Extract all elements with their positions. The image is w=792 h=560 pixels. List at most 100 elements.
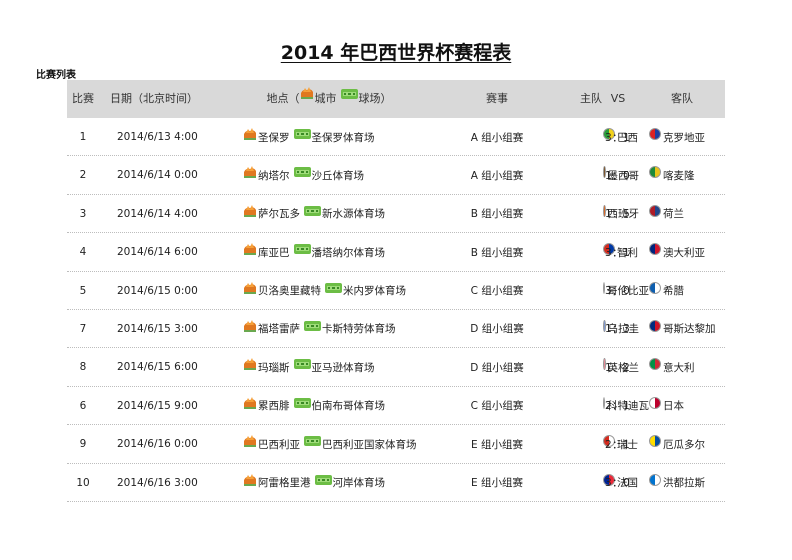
away-flag-icon bbox=[649, 243, 661, 256]
match-no: 3 bbox=[79, 207, 87, 220]
match-score: 1：3 bbox=[605, 323, 631, 336]
page-title: 2014 年巴西世界杯赛程表 bbox=[280, 42, 512, 64]
city-name: 库亚巴 bbox=[258, 246, 290, 259]
city-icon bbox=[243, 128, 257, 140]
match-location: 纳塔尔 沙丘体育场 bbox=[209, 156, 449, 194]
header-location: 地点（ 城市 球场） bbox=[209, 80, 449, 118]
away-team-name: 厄瓜多尔 bbox=[663, 438, 705, 451]
city-icon bbox=[243, 473, 257, 486]
header-event: 赛事 bbox=[486, 92, 508, 105]
away-team-name: 洪都拉斯 bbox=[663, 477, 705, 490]
match-event: A 组小组赛 bbox=[470, 169, 524, 182]
match-location: 玛瑙斯 亚马逊体育场 bbox=[209, 348, 449, 386]
section-label: 比赛列表 bbox=[36, 70, 76, 81]
city-name: 贝洛奥里藏特 bbox=[258, 285, 321, 298]
stadium-icon bbox=[304, 205, 321, 216]
away-team-name: 意大利 bbox=[663, 361, 695, 374]
table-row: 4 2014/6/14 6:00 库亚巴 潘塔纳尔体育场 B 组小组赛 智利 3：… bbox=[67, 233, 725, 272]
match-score: 1：0 bbox=[605, 169, 631, 182]
match-date: 2014/6/15 3:00 bbox=[117, 322, 198, 335]
city-name: 巴西利亚 bbox=[258, 438, 300, 451]
stadium-icon bbox=[340, 77, 358, 99]
away-flag-icon bbox=[649, 166, 661, 179]
match-event: B 组小组赛 bbox=[470, 246, 524, 259]
stadium-name: 伯南布哥体育场 bbox=[311, 400, 386, 413]
match-date: 2014/6/15 6:00 bbox=[117, 361, 198, 374]
city-icon bbox=[243, 204, 257, 217]
away-flag-icon bbox=[649, 358, 661, 371]
schedule-table: 比赛 日期（北京时间） 地点（ 城市 球场） 赛事 主队 VS 客队 1 2014/… bbox=[67, 80, 725, 502]
away-flag-icon bbox=[649, 473, 661, 486]
away-flag-icon bbox=[649, 396, 661, 409]
match-no: 8 bbox=[79, 361, 87, 374]
match-date: 2014/6/14 6:00 bbox=[117, 246, 198, 259]
city-name: 萨尔瓦多 bbox=[258, 208, 300, 221]
stadium-name: 巴西利亚国家体育场 bbox=[322, 438, 417, 451]
match-location: 累西腓 伯南布哥体育场 bbox=[209, 387, 449, 425]
away-team-name: 荷兰 bbox=[663, 208, 684, 221]
stadium-icon bbox=[293, 129, 311, 139]
match-date: 2014/6/16 0:00 bbox=[117, 438, 198, 451]
stadium-name: 圣保罗体育场 bbox=[311, 131, 375, 144]
stadium-name: 沙丘体育场 bbox=[311, 169, 365, 182]
away-flag-icon bbox=[649, 128, 661, 140]
match-no: 6 bbox=[79, 399, 87, 412]
stadium-icon bbox=[293, 244, 311, 255]
match-no: 1 bbox=[79, 131, 87, 143]
city-icon bbox=[243, 435, 257, 448]
match-location: 贝洛奥里藏特 米内罗体育场 bbox=[209, 272, 449, 310]
header-vs: VS bbox=[610, 92, 626, 105]
match-event: E 组小组赛 bbox=[471, 438, 523, 451]
city-name: 纳塔尔 bbox=[258, 169, 290, 182]
away-flag-icon bbox=[649, 281, 661, 294]
stadium-icon bbox=[314, 474, 332, 485]
away-team: 日本 bbox=[649, 387, 725, 425]
match-location: 库亚巴 潘塔纳尔体育场 bbox=[209, 233, 449, 271]
match-date: 2014/6/15 9:00 bbox=[117, 399, 198, 412]
city-icon bbox=[243, 319, 257, 332]
table-header: 比赛 日期（北京时间） 地点（ 城市 球场） 赛事 主队 VS 客队 bbox=[67, 80, 725, 118]
stadium-name: 河岸体育场 bbox=[332, 477, 386, 490]
stadium-name: 新水源体育场 bbox=[322, 208, 385, 221]
stadium-name: 潘塔纳尔体育场 bbox=[311, 246, 386, 259]
match-event: C 组小组赛 bbox=[470, 285, 524, 298]
match-date: 2014/6/14 4:00 bbox=[117, 207, 198, 220]
stadium-name: 亚马逊体育场 bbox=[311, 361, 375, 374]
match-location: 福塔雷萨 卡斯特劳体育场 bbox=[209, 310, 449, 348]
header-date: 日期（北京时间） bbox=[110, 92, 198, 105]
away-flag-icon bbox=[649, 204, 661, 217]
away-team: 荷兰 bbox=[649, 195, 725, 233]
stadium-icon bbox=[304, 320, 321, 331]
away-team-name: 澳大利亚 bbox=[663, 246, 705, 259]
match-score: 2：1 bbox=[605, 400, 631, 413]
match-score: 3：0 bbox=[605, 285, 631, 298]
match-score: 3：1 bbox=[605, 246, 631, 259]
city-name: 累西腓 bbox=[258, 400, 290, 413]
match-date: 2014/6/16 3:00 bbox=[117, 476, 198, 489]
away-team: 洪都拉斯 bbox=[649, 464, 725, 502]
header-location-city: 城市 bbox=[314, 92, 337, 105]
match-score: 3：0 bbox=[605, 477, 631, 490]
stadium-icon bbox=[293, 167, 311, 178]
match-date: 2014/6/14 0:00 bbox=[117, 169, 198, 182]
city-icon bbox=[300, 77, 314, 99]
match-date: 2014/6/15 0:00 bbox=[117, 284, 198, 297]
table-row: 9 2014/6/16 0:00 巴西利亚 巴西利亚国家体育场 E 组小组赛 瑞士… bbox=[67, 425, 725, 464]
table-row: 5 2014/6/15 0:00 贝洛奥里藏特 米内罗体育场 C 组小组赛 哥伦比… bbox=[67, 272, 725, 310]
city-name: 福塔雷萨 bbox=[258, 323, 300, 336]
match-event: E 组小组赛 bbox=[471, 477, 523, 490]
header-location-prefix: 地点（ bbox=[266, 92, 300, 105]
match-no: 4 bbox=[79, 246, 87, 259]
header-location-stadium: 球场） bbox=[358, 92, 392, 105]
away-team: 喀麦隆 bbox=[649, 156, 725, 194]
away-team: 克罗地亚 bbox=[649, 118, 725, 156]
match-event: B 组小组赛 bbox=[470, 208, 524, 221]
away-team-name: 希腊 bbox=[663, 285, 684, 298]
header-match-no: 比赛 bbox=[72, 92, 94, 105]
stadium-name: 卡斯特劳体育场 bbox=[322, 323, 396, 336]
away-team-name: 喀麦隆 bbox=[663, 169, 695, 182]
match-score: 2：1 bbox=[605, 438, 631, 451]
table-row: 2 2014/6/14 0:00 纳塔尔 沙丘体育场 A 组小组赛 墨西哥 1：0… bbox=[67, 156, 725, 195]
away-team-name: 克罗地亚 bbox=[663, 131, 705, 144]
match-location: 阿雷格里港 河岸体育场 bbox=[209, 464, 449, 502]
